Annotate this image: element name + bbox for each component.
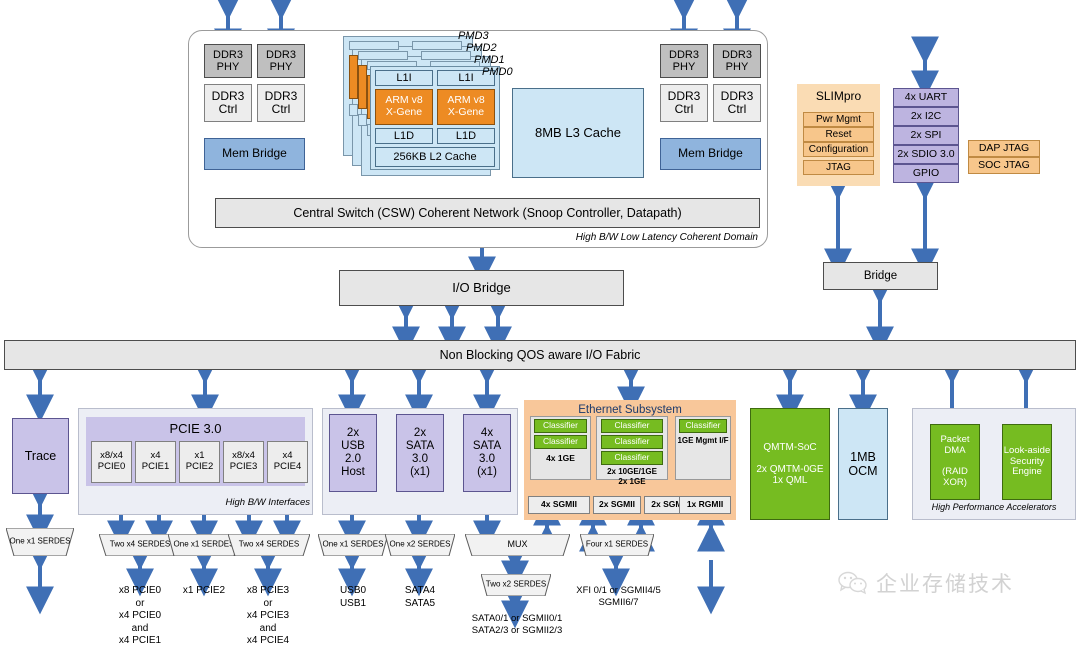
central-switch-csw: Central Switch (CSW) Coherent Network (S… (215, 198, 760, 228)
pmd-card-2-l1d-sliver (358, 114, 367, 126)
mux-block: MUX (465, 534, 570, 556)
pcie-title: PCIE 3.0 (169, 421, 222, 436)
peripheral-i2c: 2x I2C (893, 107, 959, 126)
bottom-label-ethernet: XFI 0/1 or SGMII4/5 SGMII6/7 (576, 585, 661, 608)
serdes-sata45-label: One x2 SERDES (389, 539, 451, 549)
serdes-mux: Two x2 SERDES (481, 574, 551, 596)
classifier-1-1: Classifier (601, 435, 663, 449)
serdes-usb-label: One x1 SERDES (322, 539, 384, 549)
slimpro-item-pwr-mgmt: Pwr Mgmt (803, 112, 874, 127)
slimpro-item-reset: Reset (803, 127, 874, 142)
pmd-card-2-core-sliver (358, 65, 367, 109)
mem-bridge-left: Mem Bridge (204, 138, 305, 170)
classifier-0-1: Classifier (534, 435, 587, 449)
serdes-ethernet: Four x1 SERDES (580, 534, 654, 556)
watermark: 企业存储技术 (838, 568, 1014, 598)
peripheral-uart: 4x UART (893, 88, 959, 107)
wechat-icon (838, 571, 867, 595)
usb-host-block: 2x USB 2.0 Host (329, 414, 377, 492)
ddr3-phy-right-1: DDR3 PHY (713, 44, 761, 78)
serdes-ethernet-label: Four x1 SERDES (585, 539, 649, 549)
classifier-1-0: Classifier (601, 419, 663, 433)
slimpro-item-jtag: JTAG (803, 160, 874, 175)
pcie-lane-0: x8/x4 PCIE0 (91, 441, 132, 483)
peripheral-gpio: GPIO (893, 164, 959, 183)
soc-block-diagram: High B/W Low Latency Coherent Domain DDR… (0, 0, 1080, 646)
bottom-label-usb: USB0 USB1 (339, 585, 367, 609)
mem-bridge-right: Mem Bridge (660, 138, 761, 170)
pmd0-l1d-core0: L1D (375, 128, 433, 144)
mac-1x-rgmii: 1x RGMII (679, 496, 731, 514)
serdes-trace-label: One x1 SERDES (9, 536, 71, 546)
sata2-block: 2x SATA 3.0 (x1) (396, 414, 444, 492)
coherent-domain-caption: High B/W Low Latency Coherent Domain (575, 232, 758, 243)
ddr3-ctrl-right-0: DDR3 Ctrl (660, 84, 708, 122)
mux-label: MUX (507, 539, 528, 550)
l3-cache: 8MB L3 Cache (512, 88, 644, 178)
pmd-card-3-l1d-sliver (349, 104, 358, 116)
pmd-card-3-l1i-a (349, 41, 399, 50)
serdes-pcie34: Two x4 SERDES (228, 534, 310, 556)
pcie-lane-4: x4 PCIE4 (267, 441, 308, 483)
pmd0-l1d-core1: L1D (437, 128, 495, 144)
io-bridge: I/O Bridge (339, 270, 624, 306)
qmtm-soc-block: QMTM-SoC 2x QMTM-0GE 1x QML (750, 408, 830, 520)
accelerators-caption: High Performance Accelerators (931, 502, 1057, 512)
serdes-usb: One x1 SERDES (318, 534, 388, 556)
ddr3-phy-right-0: DDR3 PHY (660, 44, 708, 78)
pcie-lane-1: x4 PCIE1 (135, 441, 176, 483)
bottom-label-pcie34: x8 PCIE3 or x4 PCIE3 and x4 PCIE4 (246, 585, 290, 646)
io-fabric: Non Blocking QOS aware I/O Fabric (4, 340, 1076, 370)
mac-2x-sgmii: 2x SGMII (593, 496, 641, 514)
serdes-mux-label: Two x2 SERDES (485, 579, 547, 589)
bridge: Bridge (823, 262, 938, 290)
slimpro-title: SLIMpro (815, 89, 862, 103)
pmd0-l2-cache: 256KB L2 Cache (375, 147, 495, 167)
pcie-lane-2: x1 PCIE2 (179, 441, 220, 483)
slimpro-item-configuration: Configuration (803, 142, 874, 157)
peripheral-sdio: 2x SDIO 3.0 (893, 145, 959, 164)
serdes-sata45: One x2 SERDES (385, 534, 455, 556)
ddr3-ctrl-left-1: DDR3 Ctrl (257, 84, 305, 122)
soc-jtag: SOC JTAG (968, 157, 1040, 174)
pmd-card-3-l1i-b (412, 41, 462, 50)
mac-4x-sgmii: 4x SGMII (528, 496, 590, 514)
serdes-trace: One x1 SERDES (6, 528, 74, 556)
pmd-label-0: PMD0 (482, 66, 513, 78)
bottom-label-mux: SATA0/1 or SGMII0/1 SATA2/3 or SGMII2/3 (471, 613, 563, 636)
pmd0-core-1: ARM v8 X-Gene (437, 89, 495, 125)
ethernet-group-0-label: 4x 1GE (546, 453, 575, 463)
security-engine-block: Look-aside Security Engine (1002, 424, 1052, 500)
sata4-block: 4x SATA 3.0 (x1) (463, 414, 511, 492)
ddr3-ctrl-left-0: DDR3 Ctrl (204, 84, 252, 122)
ethernet-group-2-label: 1GE Mgmt I/F (677, 436, 729, 445)
pcie-lane-3: x8/x4 PCIE3 (223, 441, 264, 483)
trace-block: Trace (12, 418, 69, 494)
pmd-card-3-core-sliver (349, 55, 358, 99)
ddr3-ctrl-right-1: DDR3 Ctrl (713, 84, 761, 122)
pmd-card-2-l1i-b (421, 51, 471, 60)
serdes-pcie34-label: Two x4 SERDES (238, 539, 300, 549)
classifier-0-0: Classifier (534, 419, 587, 433)
ethernet-group-1-label: 2x 10GE/1GE 2x 1GE (607, 467, 657, 486)
pmd0-l1i-core0: L1I (375, 70, 433, 86)
ddr3-phy-left-1: DDR3 PHY (257, 44, 305, 78)
dap-jtag: DAP JTAG (968, 140, 1040, 157)
packet-dma-block: Packet DMA (RAID XOR) (930, 424, 980, 500)
classifier-2-0: Classifier (679, 419, 727, 433)
classifier-1-2: Classifier (601, 451, 663, 465)
bottom-label-sata45: SATA4 SATA5 (404, 585, 436, 609)
ocm-block: 1MB OCM (838, 408, 888, 520)
watermark-text: 企业存储技术 (876, 572, 1014, 596)
peripheral-spi: 2x SPI (893, 126, 959, 145)
pcie-caption: High B/W Interfaces (225, 497, 310, 508)
pmd-card-2-l1i-a (358, 51, 408, 60)
pmd0-core-0: ARM v8 X-Gene (375, 89, 433, 125)
ddr3-phy-left-0: DDR3 PHY (204, 44, 252, 78)
